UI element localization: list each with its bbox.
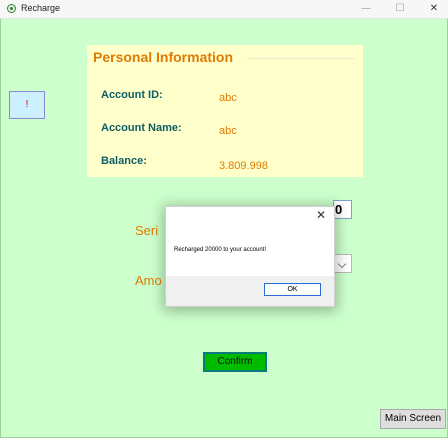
warning-button[interactable]: ! <box>9 91 45 119</box>
account-name-label: Account Name: <box>101 122 182 134</box>
personal-info-panel: Personal Information Account ID: abc Acc… <box>87 45 363 177</box>
minimize-button[interactable]: — <box>352 1 380 17</box>
balance-value: 3.809.998 <box>219 160 268 172</box>
dialog-close-button[interactable]: ✕ <box>314 208 328 222</box>
amount-label: Amo <box>135 273 162 288</box>
maximize-button[interactable]: ☐ <box>386 1 414 17</box>
dialog-footer: OK <box>166 276 334 306</box>
panel-title-divider <box>247 58 355 59</box>
main-screen-button[interactable]: Main Screen <box>380 409 446 429</box>
confirm-button[interactable]: Confirm <box>203 352 267 372</box>
app-icon <box>7 4 16 13</box>
serial-input[interactable]: 0 <box>333 200 352 219</box>
close-window-button[interactable]: ✕ <box>420 1 448 17</box>
dialog-message: Recharged 20000 to your account! <box>174 247 267 253</box>
personal-info-title: Personal Information <box>93 49 234 65</box>
account-id-label: Account ID: <box>101 89 163 101</box>
window-title: Recharge <box>21 3 61 13</box>
amount-dropdown-arrow[interactable] <box>333 254 352 273</box>
ok-button[interactable]: OK <box>264 283 321 296</box>
account-id-value: abc <box>219 92 237 104</box>
title-bar: Recharge — ☐ ✕ <box>0 0 448 19</box>
message-dialog: ✕ Recharged 20000 to your account! OK <box>165 206 335 307</box>
balance-label: Balance: <box>101 155 147 167</box>
account-name-value: abc <box>219 125 237 137</box>
serial-label: Seri <box>135 223 159 238</box>
